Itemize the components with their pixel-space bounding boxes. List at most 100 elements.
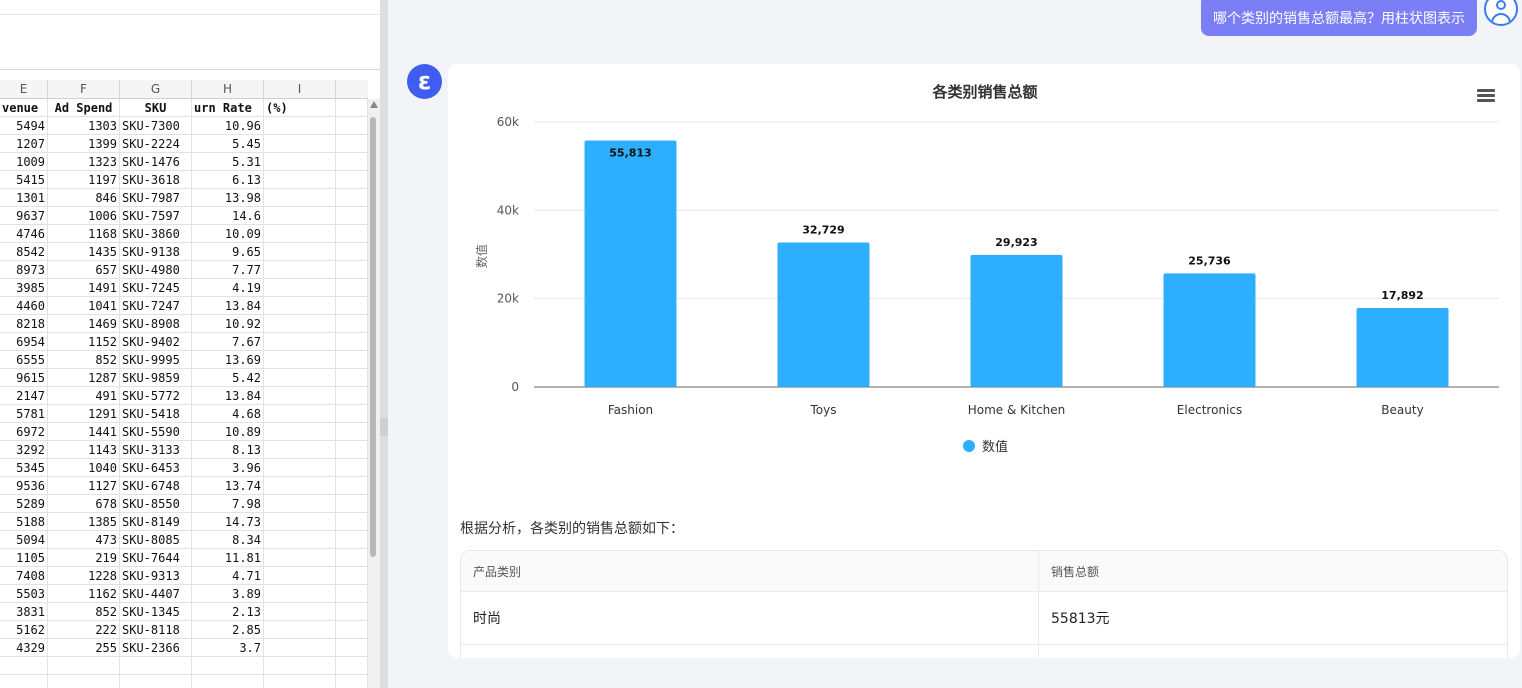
sheet-cell[interactable] (264, 675, 336, 688)
sheet-cell[interactable]: 5094 (0, 531, 48, 549)
sheet-cell[interactable] (264, 405, 336, 423)
sheet-cell[interactable]: 6954 (0, 333, 48, 351)
sheet-cell[interactable]: 1152 (48, 333, 120, 351)
bar-fashion[interactable] (584, 140, 677, 387)
sheet-cell[interactable]: 13.98 (192, 189, 264, 207)
sheet-cell[interactable]: 657 (48, 261, 120, 279)
sheet-cell[interactable]: SKU-1345 (120, 603, 192, 621)
sheet-cell[interactable]: 8.13 (192, 441, 264, 459)
sheet-cell[interactable]: 1287 (48, 369, 120, 387)
sheet-cell[interactable] (336, 585, 368, 603)
sheet-cell[interactable]: 5.42 (192, 369, 264, 387)
sheet-cell[interactable]: 2.85 (192, 621, 264, 639)
sheet-cell[interactable]: 1399 (48, 135, 120, 153)
sheet-cell[interactable] (264, 549, 336, 567)
bar-toys[interactable] (777, 242, 870, 387)
sheet-cell[interactable] (336, 117, 368, 135)
sheet-cell[interactable]: SKU-8085 (120, 531, 192, 549)
sheet-cell[interactable]: SKU-7987 (120, 189, 192, 207)
sheet-cell[interactable]: SKU-9402 (120, 333, 192, 351)
sheet-cell[interactable]: SKU-7597 (120, 207, 192, 225)
sheet-cell[interactable]: SKU-8118 (120, 621, 192, 639)
sheet-cell[interactable] (264, 369, 336, 387)
splitter-grip[interactable] (380, 418, 388, 436)
sheet-cell[interactable]: 13.84 (192, 297, 264, 315)
sheet-cell[interactable]: SKU-9138 (120, 243, 192, 261)
sheet-cell[interactable]: 1168 (48, 225, 120, 243)
sheet-cell[interactable]: 9536 (0, 477, 48, 495)
sheet-vertical-scrollbar[interactable] (368, 99, 380, 688)
sheet-cell[interactable] (0, 657, 48, 675)
sheet-cell[interactable]: 5503 (0, 585, 48, 603)
sheet-cell[interactable]: 1228 (48, 567, 120, 585)
sheet-cell[interactable]: 6.13 (192, 171, 264, 189)
scrollbar-thumb[interactable] (370, 117, 376, 557)
sheet-cell[interactable] (48, 657, 120, 675)
sheet-cell[interactable]: 14.6 (192, 207, 264, 225)
sheet-cell[interactable] (336, 405, 368, 423)
sheet-cell[interactable]: SKU-4980 (120, 261, 192, 279)
sheet-cell[interactable]: 5188 (0, 513, 48, 531)
sheet-cell[interactable] (264, 477, 336, 495)
sheet-cell[interactable]: 219 (48, 549, 120, 567)
sheet-cell[interactable] (120, 657, 192, 675)
sheet-cell[interactable] (48, 675, 120, 688)
sheet-cell[interactable]: SKU-8149 (120, 513, 192, 531)
sheet-cell[interactable]: 1040 (48, 459, 120, 477)
sheet-cell[interactable]: SKU-2224 (120, 135, 192, 153)
sheet-cell[interactable] (336, 135, 368, 153)
sheet-cell[interactable]: SKU-3618 (120, 171, 192, 189)
legend-marker[interactable] (963, 440, 975, 452)
column-header[interactable]: E (0, 80, 48, 99)
sheet-cell[interactable]: 7408 (0, 567, 48, 585)
sheet-cell[interactable] (336, 459, 368, 477)
sheet-cell[interactable] (336, 531, 368, 549)
sheet-cell[interactable] (336, 567, 368, 585)
sheet-cell[interactable] (264, 585, 336, 603)
sheet-cell[interactable] (336, 189, 368, 207)
sheet-cell[interactable]: SKU-6453 (120, 459, 192, 477)
sheet-cell[interactable]: 1162 (48, 585, 120, 603)
sheet-cell[interactable]: 5289 (0, 495, 48, 513)
sheet-cell[interactable]: 9615 (0, 369, 48, 387)
sheet-cell[interactable] (336, 639, 368, 657)
sheet-cell[interactable]: 1127 (48, 477, 120, 495)
sheet-cell[interactable]: SKU-1476 (120, 153, 192, 171)
sheet-cell[interactable]: 8973 (0, 261, 48, 279)
column-header[interactable]: H (192, 80, 264, 99)
sheet-cell[interactable]: 10.92 (192, 315, 264, 333)
sheet-cell[interactable]: 8.34 (192, 531, 264, 549)
sheet-cell[interactable]: SKU-7300 (120, 117, 192, 135)
sheet-cell[interactable]: 4.68 (192, 405, 264, 423)
sheet-cell[interactable]: SKU-9995 (120, 351, 192, 369)
sheet-cell[interactable]: SKU-4407 (120, 585, 192, 603)
sheet-cell[interactable] (264, 333, 336, 351)
sheet-cell[interactable] (264, 441, 336, 459)
sheet-cell[interactable] (264, 189, 336, 207)
sheet-cell[interactable]: SKU-8550 (120, 495, 192, 513)
sheet-cell[interactable]: 255 (48, 639, 120, 657)
sheet-cell[interactable] (264, 531, 336, 549)
sheet-cell[interactable] (336, 315, 368, 333)
sheet-cell[interactable] (264, 297, 336, 315)
sheet-cell[interactable]: SKU-9859 (120, 369, 192, 387)
sheet-cell[interactable]: 1143 (48, 441, 120, 459)
sheet-cell[interactable] (336, 153, 368, 171)
sheet-cell[interactable]: 13.84 (192, 387, 264, 405)
sheet-cell[interactable]: 5162 (0, 621, 48, 639)
sheet-cell[interactable]: venue (0, 99, 48, 117)
sheet-cell[interactable]: SKU-5418 (120, 405, 192, 423)
sheet-cell[interactable]: 13.74 (192, 477, 264, 495)
sheet-cell[interactable] (336, 171, 368, 189)
sheet-cell[interactable] (192, 657, 264, 675)
sheet-cell[interactable]: urn Rate (192, 99, 264, 117)
sheet-cell[interactable]: 1491 (48, 279, 120, 297)
sheet-cell[interactable] (336, 369, 368, 387)
sheet-cell[interactable]: 5781 (0, 405, 48, 423)
sheet-cell[interactable]: 11.81 (192, 549, 264, 567)
sheet-cell[interactable]: 6972 (0, 423, 48, 441)
sheet-cell[interactable]: 473 (48, 531, 120, 549)
sheet-cell[interactable]: 7.67 (192, 333, 264, 351)
sheet-cell[interactable]: 10.09 (192, 225, 264, 243)
sheet-cell[interactable]: SKU-7644 (120, 549, 192, 567)
